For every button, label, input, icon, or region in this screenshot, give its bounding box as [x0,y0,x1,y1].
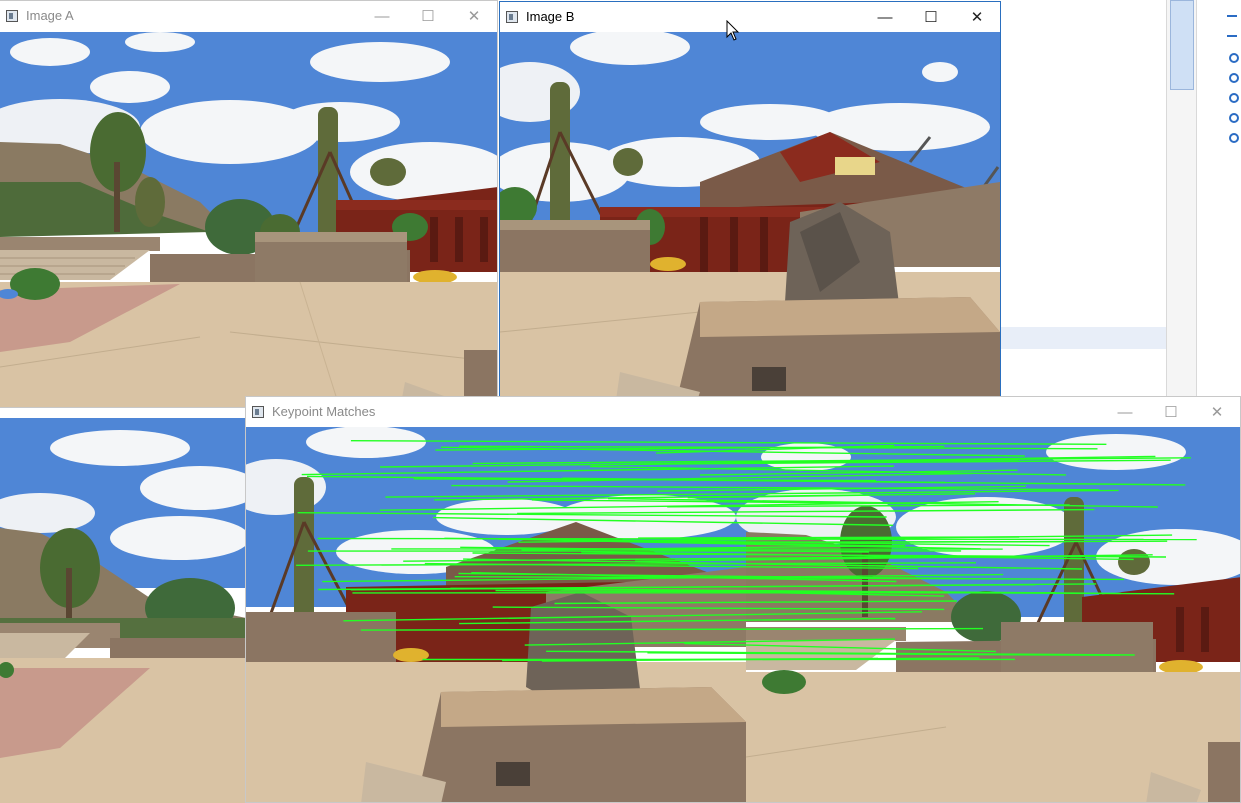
opencv-window-icon [6,10,18,22]
editor-selected-line [1000,327,1166,349]
minimize-icon[interactable]: — [862,2,908,32]
maximize-icon[interactable]: ☐ [405,1,451,31]
close-icon[interactable]: ✕ [1194,397,1240,427]
opencv-window-icon [252,406,264,418]
keypoint-matches-title: Keypoint Matches [272,404,376,419]
minimize-icon[interactable]: — [1102,397,1148,427]
image-b-canvas [500,32,1000,407]
outline-item-icon[interactable] [1229,113,1239,123]
scene-photo-b [500,32,1000,407]
image-b-titlebar[interactable]: Image B — ☐ ✕ [500,2,1000,32]
maximize-icon[interactable]: ☐ [908,2,954,32]
outline-panel [1196,0,1241,398]
scene-photo-a-crop [0,418,245,803]
keypoint-matches-canvas [246,427,1240,802]
image-a-title: Image A [26,8,74,23]
keypoint-matches-titlebar[interactable]: Keypoint Matches — ☐ ✕ [246,397,1240,427]
image-a-titlebar[interactable]: Image A — ☐ ✕ [0,1,497,31]
maximize-icon[interactable]: ☐ [1148,397,1194,427]
outline-item-icon[interactable] [1229,93,1239,103]
close-icon[interactable]: ✕ [451,1,497,31]
outline-item-icon[interactable] [1229,53,1239,63]
image-a-window[interactable]: Image A — ☐ ✕ [0,0,498,408]
image-a-canvas [0,32,497,407]
editor-scrollbar[interactable] [1166,0,1197,398]
close-icon[interactable]: ✕ [954,2,1000,32]
editor-scrollbar-thumb[interactable] [1170,0,1194,90]
background-image-content [0,418,245,803]
mouse-pointer-icon [726,20,740,41]
opencv-window-icon [506,11,518,23]
background-image-window[interactable] [0,418,246,803]
outline-dash-icon [1227,35,1237,37]
scene-photo-a [0,32,497,407]
image-b-title: Image B [526,9,575,24]
minimize-icon[interactable]: — [359,1,405,31]
outline-dash-icon [1227,15,1237,17]
matches-image [246,427,1240,802]
matches-left-image [246,427,746,802]
outline-item-icon[interactable] [1229,73,1239,83]
outline-item-icon[interactable] [1229,133,1239,143]
image-b-window[interactable]: Image B — ☐ ✕ [499,1,1001,408]
background-editor-pane [1000,0,1241,398]
keypoint-matches-window[interactable]: Keypoint Matches — ☐ ✕ [245,396,1241,803]
